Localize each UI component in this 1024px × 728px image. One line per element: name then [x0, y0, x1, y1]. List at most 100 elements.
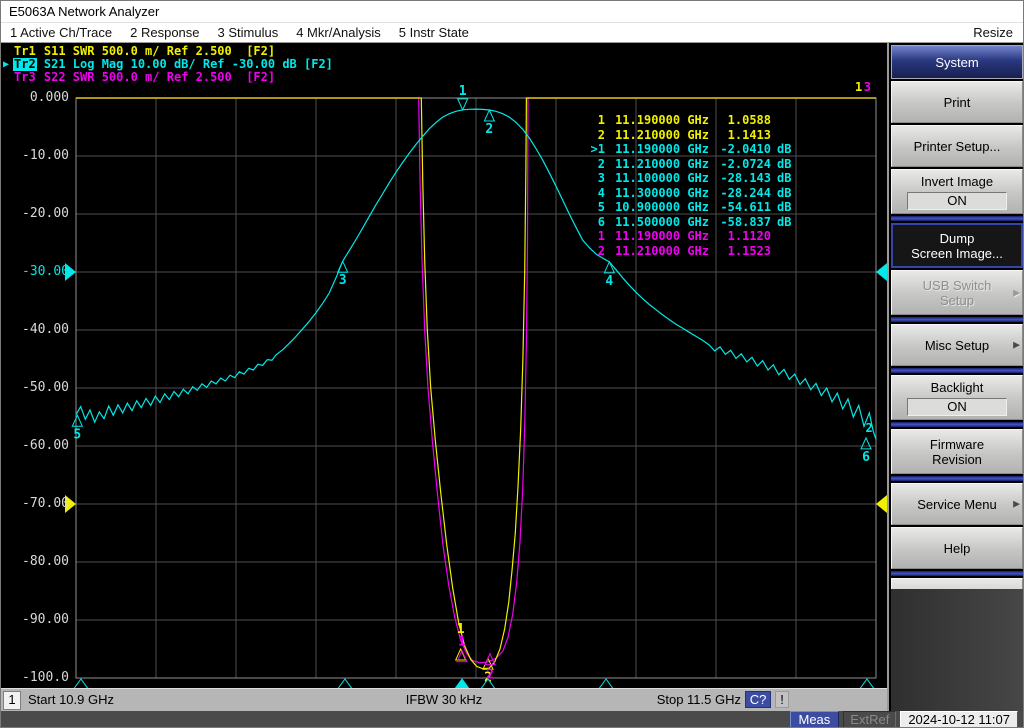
y-axis-tick-label: -60.00 — [22, 438, 69, 453]
softkey-sidebar: System Print Printer Setup... Invert Image O… — [887, 43, 1023, 711]
softkey-separator — [891, 476, 1023, 481]
marker-table: 1 11.190000 GHz 1.0588 2 11.210000 GHz 1.1413… — [581, 113, 801, 258]
marker-unit — [771, 128, 801, 143]
menu-item-5[interactable]: 5 Instr State — [390, 25, 478, 40]
trace-arrow-placeholder — [3, 71, 13, 84]
extref-status-badge: ExtRef — [843, 711, 897, 727]
marker-n: 2 — [597, 156, 605, 171]
app-window: E5063A Network Analyzer 1 Active Ch/Trac… — [0, 0, 1024, 728]
y-axis-tick-label: -80.00 — [22, 554, 69, 569]
marker-freq: 11.210000 GHz — [615, 127, 709, 142]
backlight-button[interactable]: Backlight ON — [891, 375, 1023, 420]
softkey-list: System Print Printer Setup... Invert Image O… — [889, 43, 1023, 620]
marker-value: -28.143 — [720, 171, 771, 185]
svg-text:1: 1 — [855, 80, 862, 94]
resize-button[interactable]: Resize — [963, 25, 1023, 40]
y-axis-tick-label: -40.00 — [22, 322, 69, 337]
printer-setup-button[interactable]: Printer Setup... — [891, 125, 1023, 167]
marker-unit: dB — [777, 185, 792, 200]
misc-setup-button[interactable]: Misc Setup ▶ — [891, 324, 1023, 366]
menu-item-1[interactable]: 1 Active Ch/Trace — [1, 25, 121, 40]
trace-status-tr3[interactable]: Tr3 S22 SWR 500.0 m/ Ref 2.500 [F2] — [3, 71, 333, 84]
y-axis-tick-label: -50.00 — [22, 380, 69, 395]
system-status-bar: Meas ExtRef 2024-10-12 11:07 — [1, 711, 1023, 727]
svg-text:1: 1 — [458, 635, 466, 650]
marker-freq: 11.190000 GHz — [615, 113, 709, 127]
marker-unit: dB — [777, 156, 792, 171]
trace-arrow-placeholder — [3, 45, 13, 58]
marker-value: -2.0410 — [720, 142, 771, 156]
y-axis-tick-label: -10.00 — [22, 148, 69, 163]
menu-bar-items: 1 Active Ch/Trace 2 Response 3 Stimulus 4 M… — [1, 25, 478, 40]
svg-text:3: 3 — [339, 273, 347, 288]
usb-switch-button[interactable]: USB Switch Setup ▶ — [891, 270, 1023, 315]
softkey-label: Printer Setup... — [913, 138, 1001, 154]
marker-table-row: 1 11.190000 GHz 1.1120 — [581, 229, 801, 244]
invert-image-state-toggle[interactable]: ON — [907, 191, 1007, 210]
marker-freq: 11.500000 GHz — [615, 214, 709, 229]
svg-text:4: 4 — [605, 274, 613, 289]
menu-bar: 1 Active Ch/Trace 2 Response 3 Stimulus 4 M… — [1, 23, 1023, 43]
marker-value: 1.1523 — [727, 243, 771, 258]
firmware-button[interactable]: Firmware Revision — [891, 429, 1023, 474]
help-button[interactable]: Help — [891, 527, 1023, 569]
softkey-separator — [891, 317, 1023, 322]
softkey-label: Dump — [939, 230, 975, 246]
marker-value: 1.1120 — [727, 229, 771, 243]
marker-n: 3 — [597, 171, 605, 185]
marker-value: 1.1413 — [727, 127, 771, 142]
marker-n: 5 — [597, 200, 605, 214]
marker-unit: dB — [777, 171, 792, 185]
marker-freq: 11.300000 GHz — [615, 185, 709, 200]
dump-button[interactable]: Dump Screen Image... — [891, 223, 1023, 268]
marker-n: >1 — [590, 142, 605, 156]
marker-table-row: 5 10.900000 GHz -54.611 dB — [581, 200, 801, 215]
softkey-label: Firmware — [929, 436, 985, 452]
marker-n: 2 — [597, 127, 605, 142]
marker-table-row: 1 11.190000 GHz 1.0588 — [581, 113, 801, 128]
marker-n: 2 — [597, 243, 605, 258]
marker-unit — [771, 229, 801, 244]
y-axis-tick-label: 0.000 — [29, 90, 69, 105]
softkey-label: Print — [943, 94, 971, 110]
marker-freq: 11.190000 GHz — [615, 229, 709, 243]
backlight-state-toggle[interactable]: ON — [907, 397, 1007, 416]
svg-text:6: 6 — [862, 450, 870, 465]
marker-unit — [771, 113, 801, 128]
softkey-label: Service Menu — [917, 496, 997, 512]
marker-n: 1 — [597, 229, 605, 243]
softkey-label: Setup — [940, 292, 974, 308]
print-button[interactable]: Print — [891, 81, 1023, 123]
softkey-label: Screen Image... — [911, 245, 1003, 261]
marker-table-row: 2 11.210000 GHz 1.1413 — [581, 128, 801, 143]
warning-indicator: ! — [775, 691, 789, 708]
service-menu-button[interactable]: Service Menu ▶ — [891, 483, 1023, 525]
marker-unit — [771, 244, 801, 259]
invert-image-button[interactable]: Invert Image ON — [891, 169, 1023, 214]
softkey-label: System — [935, 54, 979, 70]
marker-freq: 11.210000 GHz — [615, 156, 709, 171]
marker-n: 1 — [597, 113, 605, 127]
y-axis-tick-label: -20.00 — [22, 206, 69, 221]
measurement-display: 1234561122132 0.000 -10.00 -20.00 -30.00 -40… — [1, 43, 887, 688]
correction-status-badge: C? — [745, 691, 771, 708]
softkey-separator — [891, 571, 1023, 576]
trace-status-lines: Tr1 S11 SWR 500.0 m/ Ref 2.500 [F2] ▶ Tr2 … — [3, 45, 333, 84]
submenu-arrow-icon: ▶ — [1013, 339, 1020, 350]
menu-item-4[interactable]: 4 Mkr/Analysis — [287, 25, 390, 40]
menu-item-2[interactable]: 2 Response — [121, 25, 208, 40]
y-axis-tick-label: -30.00 — [22, 264, 69, 279]
marker-n: 6 — [597, 214, 605, 229]
marker-unit: dB — [777, 142, 792, 156]
marker-table-row: 6 11.500000 GHz -58.837 dB — [581, 215, 801, 230]
svg-text:5: 5 — [73, 427, 81, 442]
meas-status-badge: Meas — [789, 711, 840, 727]
softkey-label: Misc Setup — [924, 337, 990, 353]
system-button[interactable]: System — [891, 45, 1023, 79]
datetime-display: 2024-10-12 11:07 — [900, 711, 1018, 727]
menu-item-3[interactable]: 3 Stimulus — [209, 25, 288, 40]
marker-n: 4 — [597, 185, 605, 200]
softkey-label: USB Switch — [922, 277, 992, 293]
svg-text:3: 3 — [864, 80, 871, 94]
sidebar-empty-panel — [891, 589, 1023, 711]
